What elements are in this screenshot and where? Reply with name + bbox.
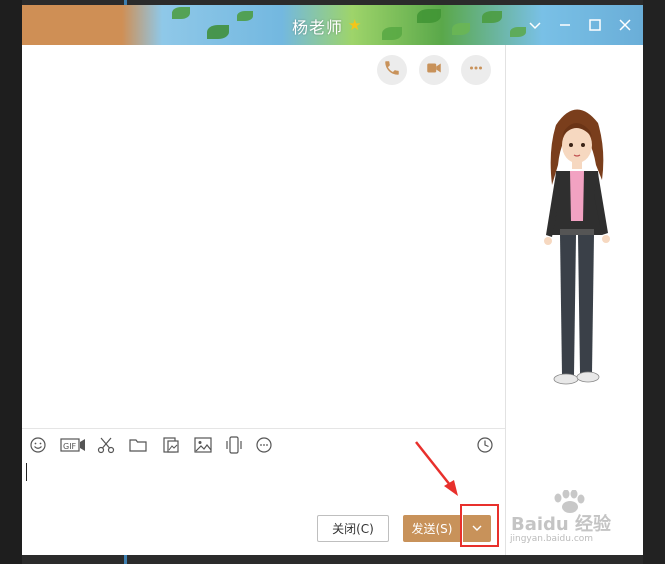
folder-icon[interactable] bbox=[128, 435, 148, 455]
more-button[interactable] bbox=[461, 55, 491, 85]
text-cursor bbox=[26, 463, 27, 481]
leaf-decoration bbox=[452, 23, 470, 35]
phone-call-button[interactable] bbox=[377, 55, 407, 85]
leaf-decoration bbox=[382, 27, 402, 40]
title-bar[interactable]: 杨老师 ★ bbox=[22, 5, 643, 45]
more-dots-icon bbox=[467, 59, 485, 81]
chat-window: 杨老师 ★ GIF 关闭(C) 发送(S) bbox=[22, 5, 643, 555]
leaf-decoration bbox=[417, 9, 441, 23]
avatar-figure bbox=[544, 109, 610, 385]
annotation-arrow bbox=[415, 441, 458, 496]
phone-icon bbox=[383, 59, 401, 81]
annotation-highlight-box bbox=[460, 504, 499, 547]
minimize-icon[interactable] bbox=[555, 15, 575, 35]
watermark-main: Baidu 经验 bbox=[511, 514, 612, 535]
chevron-down-icon[interactable] bbox=[525, 15, 545, 35]
watermark-url: jingyan.baidu.com bbox=[510, 534, 594, 544]
gif-icon[interactable]: GIF bbox=[60, 435, 86, 455]
emoji-icon[interactable] bbox=[28, 435, 48, 455]
svg-text:GIF: GIF bbox=[63, 442, 77, 451]
desktop-background-left bbox=[0, 0, 22, 564]
leaf-decoration bbox=[482, 11, 502, 23]
input-divider bbox=[22, 428, 505, 429]
close-button[interactable]: 关闭(C) bbox=[317, 515, 389, 542]
leaf-decoration bbox=[510, 27, 526, 37]
image-icon[interactable] bbox=[193, 435, 213, 455]
video-call-button[interactable] bbox=[419, 55, 449, 85]
star-icon: ★ bbox=[348, 16, 362, 34]
shake-icon[interactable] bbox=[224, 435, 244, 455]
clock-icon[interactable] bbox=[475, 435, 495, 455]
leaf-decoration bbox=[207, 25, 229, 39]
contact-show-panel bbox=[506, 45, 643, 555]
message-history-area[interactable] bbox=[22, 45, 505, 428]
more-icon[interactable] bbox=[254, 435, 274, 455]
send-button[interactable]: 发送(S) bbox=[403, 515, 461, 542]
close-icon[interactable] bbox=[615, 15, 635, 35]
leaf-decoration bbox=[237, 11, 253, 21]
window-title: 杨老师 bbox=[292, 18, 344, 37]
desktop-background-right bbox=[643, 0, 665, 564]
watermark: Baidu 经验 jingyan.baidu.com bbox=[506, 490, 656, 550]
video-icon bbox=[425, 59, 443, 81]
maximize-icon[interactable] bbox=[585, 15, 605, 35]
leaf-decoration bbox=[172, 7, 190, 19]
image-collection-icon[interactable] bbox=[161, 435, 181, 455]
screenshot-scissors-icon[interactable] bbox=[96, 435, 116, 455]
